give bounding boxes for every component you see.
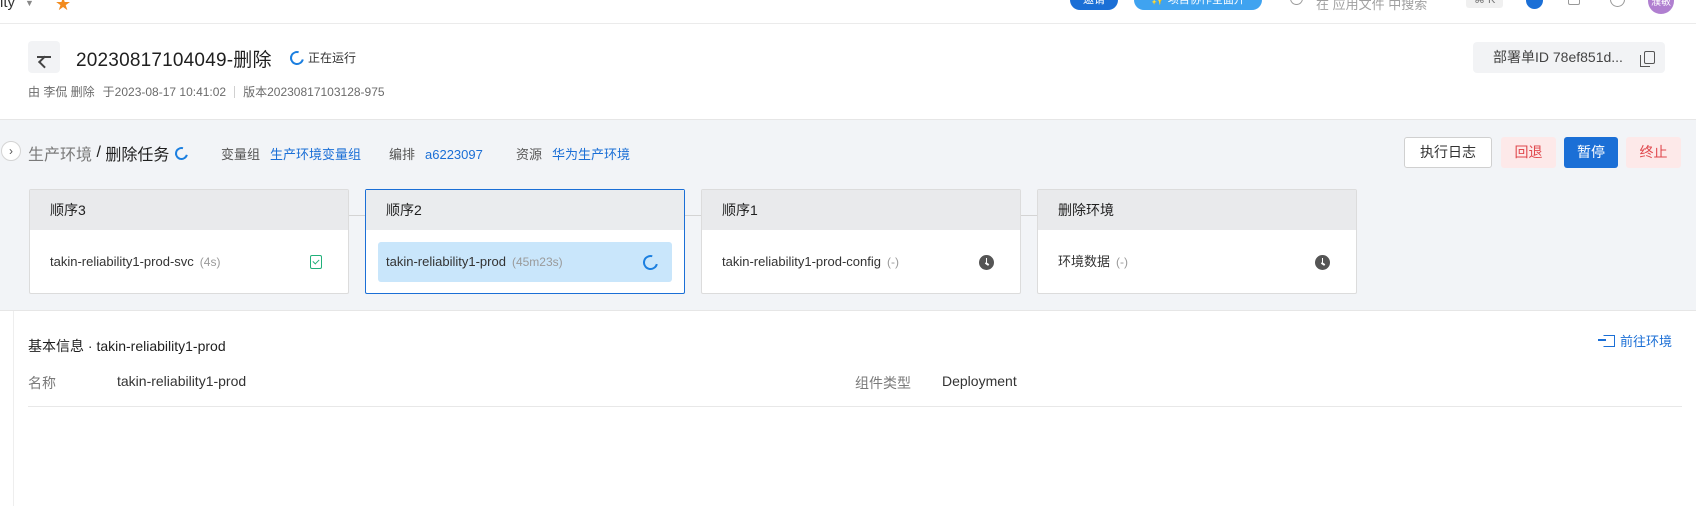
stop-button[interactable]: 终止	[1626, 137, 1681, 168]
spinner-icon	[287, 47, 307, 68]
job-item[interactable]: takin-reliability1-prod (45m23s)	[378, 242, 672, 282]
spinner-icon	[172, 144, 191, 162]
type-value: Deployment	[942, 373, 1017, 389]
deployment-meta: 由 李侃 删除 于2023-08-17 10:41:02 版本202308171…	[28, 83, 385, 100]
back-button[interactable]	[28, 41, 60, 73]
invite-button[interactable]: 邀请	[1070, 0, 1118, 10]
stage-card-order2[interactable]: 顺序2 takin-reliability1-prod (45m23s)	[365, 189, 685, 294]
search-shortcut-badge: ⌘ K	[1466, 0, 1504, 8]
stage-panel: › 生产环境 / 删除任务 变量组 生产环境变量组 编排 a6223097 资源 华为…	[0, 119, 1696, 311]
stage-title: 生产环境 / 删除任务	[28, 141, 191, 165]
job-duration: (-)	[886, 255, 899, 269]
stage-card-title: 顺序1	[702, 190, 1020, 230]
meta-time: 于2023-08-17 10:41:02	[102, 85, 227, 99]
job-status	[640, 252, 661, 273]
expand-toggle-button[interactable]: ›	[1, 141, 21, 161]
orchestration-field: 编排 a6223097	[389, 144, 483, 163]
type-label: 组件类型	[855, 375, 911, 391]
var-group-field: 变量组 生产环境变量组	[221, 144, 361, 163]
project-name[interactable]: ity	[0, 0, 15, 11]
add-icon[interactable]	[1526, 0, 1543, 9]
job-duration: (45m23s)	[511, 255, 563, 269]
stage-card-title: 顺序2	[366, 190, 684, 230]
star-icon[interactable]: ★	[55, 0, 71, 15]
bell-icon[interactable]	[1568, 0, 1580, 5]
upgrade-banner-button[interactable]: ✨ 项目协作全面升级	[1134, 0, 1262, 23]
meta-version: 版本20230817103128-975	[243, 85, 385, 99]
job-item[interactable]: takin-reliability1-prod-svc (4s)	[42, 242, 336, 282]
top-nav-bar: ity ▼ ★ 邀请 ✨ 项目协作全面升级 在 应用文件 中搜索 ⌘ K 濮敏	[0, 0, 1696, 24]
job-duration: (-)	[1116, 255, 1129, 269]
resource-link[interactable]: 华为生产环境	[552, 147, 630, 162]
stage-connector	[349, 215, 365, 216]
enter-icon	[1598, 334, 1615, 347]
check-clipboard-icon	[310, 255, 322, 269]
stage-card-order3[interactable]: 顺序3 takin-reliability1-prod-svc (4s)	[29, 189, 349, 294]
job-name: 环境数据	[1058, 254, 1111, 269]
stage-card-title: 顺序3	[30, 190, 348, 230]
goto-env-label: 前往环境	[1620, 334, 1673, 349]
clock-icon	[1315, 255, 1330, 270]
job-item[interactable]: 环境数据 (-)	[1050, 242, 1344, 282]
search-input[interactable]: 在 应用文件 中搜索	[1316, 0, 1427, 13]
stage-connector	[1021, 215, 1037, 216]
name-label: 名称	[28, 375, 56, 391]
job-status	[310, 255, 322, 269]
clock-icon	[979, 255, 994, 270]
job-name: takin-reliability1-prod-config	[722, 254, 881, 269]
resource-label: 资源	[516, 147, 543, 162]
stage-connector	[685, 215, 701, 216]
stage-card-delete-env[interactable]: 删除环境 环境数据 (-)	[1037, 189, 1357, 294]
name-value: takin-reliability1-prod	[117, 373, 247, 389]
goto-env-link[interactable]: 前往环境	[1598, 331, 1673, 350]
stage-card-order1[interactable]: 顺序1 takin-reliability1-prod-config (-)	[701, 189, 1021, 294]
copy-icon[interactable]	[1640, 51, 1655, 67]
spinner-icon	[640, 252, 661, 273]
arrow-left-icon	[37, 56, 51, 58]
stage-card-title: 删除环境	[1038, 190, 1356, 230]
job-name: takin-reliability1-prod	[386, 254, 506, 269]
rollback-button[interactable]: 回退	[1501, 137, 1556, 168]
var-group-label: 变量组	[221, 147, 261, 162]
divider	[234, 85, 236, 98]
resource-field: 资源 华为生产环境	[516, 144, 630, 163]
status-label: 正在运行	[308, 51, 357, 65]
deploy-id-box: 部署单ID 78ef851d...	[1473, 42, 1665, 73]
detail-title: 基本信息 · takin-reliability1-prod	[28, 338, 226, 354]
avatar[interactable]: 濮敏	[1648, 0, 1674, 14]
help-icon[interactable]	[1610, 0, 1625, 7]
meta-user: 由 李侃 删除	[28, 85, 95, 99]
orchestration-label: 编排	[389, 147, 416, 162]
execution-log-button[interactable]: 执行日志	[1404, 137, 1492, 168]
search-icon[interactable]	[1290, 0, 1303, 5]
stage-env: 生产环境	[28, 147, 93, 164]
stage-task: 删除任务	[105, 147, 170, 164]
left-rail	[13, 311, 14, 506]
pause-button[interactable]: 暂停	[1564, 137, 1618, 168]
stage-separator: /	[92, 144, 106, 161]
status-badge: 正在运行	[287, 47, 357, 68]
job-duration: (4s)	[199, 255, 221, 269]
job-name: takin-reliability1-prod-svc	[50, 254, 194, 269]
var-group-link[interactable]: 生产环境变量组	[270, 147, 361, 162]
deploy-id-text: 部署单ID 78ef851d...	[1493, 49, 1623, 65]
divider	[28, 406, 1682, 407]
page-title: 20230817104049-删除	[76, 50, 272, 71]
job-status	[1315, 255, 1330, 270]
job-item[interactable]: takin-reliability1-prod-config (-)	[714, 242, 1008, 282]
job-status	[979, 255, 994, 270]
orchestration-link[interactable]: a6223097	[425, 147, 483, 162]
chevron-down-icon[interactable]: ▼	[25, 0, 34, 8]
